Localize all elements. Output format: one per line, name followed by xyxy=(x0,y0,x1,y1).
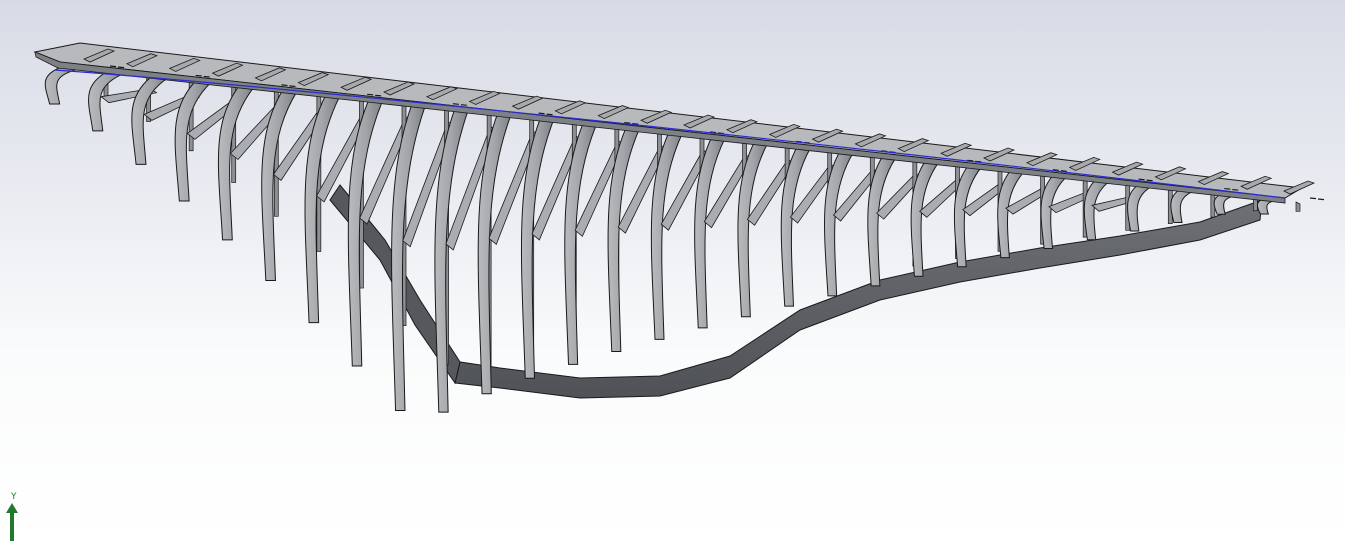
ship-hull-frame-model[interactable] xyxy=(0,0,1345,542)
view-orientation-triad: Y xyxy=(4,493,24,541)
y-axis-arrow-icon xyxy=(6,503,18,541)
hull-frame xyxy=(1127,181,1154,232)
deck-slot-mark xyxy=(1309,197,1325,201)
frame-stiffener xyxy=(1295,201,1301,212)
graphics-viewport[interactable]: Y xyxy=(0,0,1345,542)
